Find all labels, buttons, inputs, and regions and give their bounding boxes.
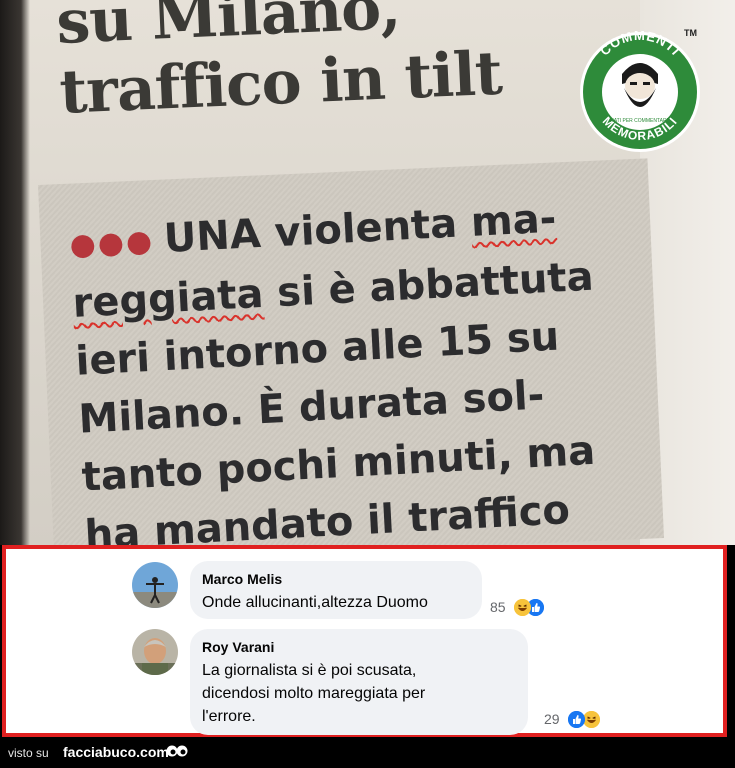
article-text: ●●● UNA violenta ma- reggiata si è abbatt… — [68, 186, 646, 545]
avatar-marco-icon — [132, 562, 178, 608]
commenter-name[interactable]: Marco Melis — [202, 571, 282, 587]
misspelled-fragment: reggiata — [71, 270, 265, 327]
avatar[interactable] — [132, 629, 178, 675]
reaction-count[interactable]: 29 — [544, 711, 560, 727]
comment-text: Onde allucinanti,altezza Duomo — [202, 594, 428, 611]
comment-text-line: dicendosi molto mareggiata per — [202, 685, 426, 702]
site-brand-link[interactable]: facciabuco.com — [63, 744, 169, 760]
trademark-mark: TM — [684, 28, 697, 38]
logo-tiny-text: NATI PER COMMENTARE — [610, 118, 670, 124]
laugh-reaction-icon[interactable] — [514, 599, 531, 616]
newspaper-photo: su Milano, traffico in tilt ●●● UNA viole… — [0, 0, 735, 545]
commenti-memorabili-logo: COMMENTI MEMORABILI NATI PER COMMENTARE — [580, 28, 700, 152]
reaction-count[interactable]: 85 — [490, 599, 506, 615]
comment-text-line: l'errore. — [202, 708, 256, 725]
avatar-roy-icon — [132, 629, 178, 675]
comment-text-line: La giornalista si è poi scusata, — [202, 662, 417, 679]
comments-panel: Marco Melis Onde allucinanti,altezza Duo… — [2, 545, 727, 737]
avatar[interactable] — [132, 562, 178, 608]
laugh-reaction-icon[interactable] — [583, 711, 600, 728]
newspaper-headline: su Milano, traffico in tilt — [55, 0, 503, 128]
footer-bar: visto su facciabuco.com — [0, 737, 735, 768]
eyes-logo-icon — [166, 745, 188, 757]
visto-su-label: visto su — [8, 746, 49, 760]
commenter-name[interactable]: Roy Varani — [202, 639, 274, 655]
misspelled-fragment: ma- — [469, 195, 558, 246]
bullet-dots-icon: ●●● — [68, 223, 155, 263]
article-fragment: UNA violenta — [162, 199, 473, 262]
photo-dark-edge — [0, 0, 30, 545]
like-reaction-icon[interactable] — [568, 711, 585, 728]
